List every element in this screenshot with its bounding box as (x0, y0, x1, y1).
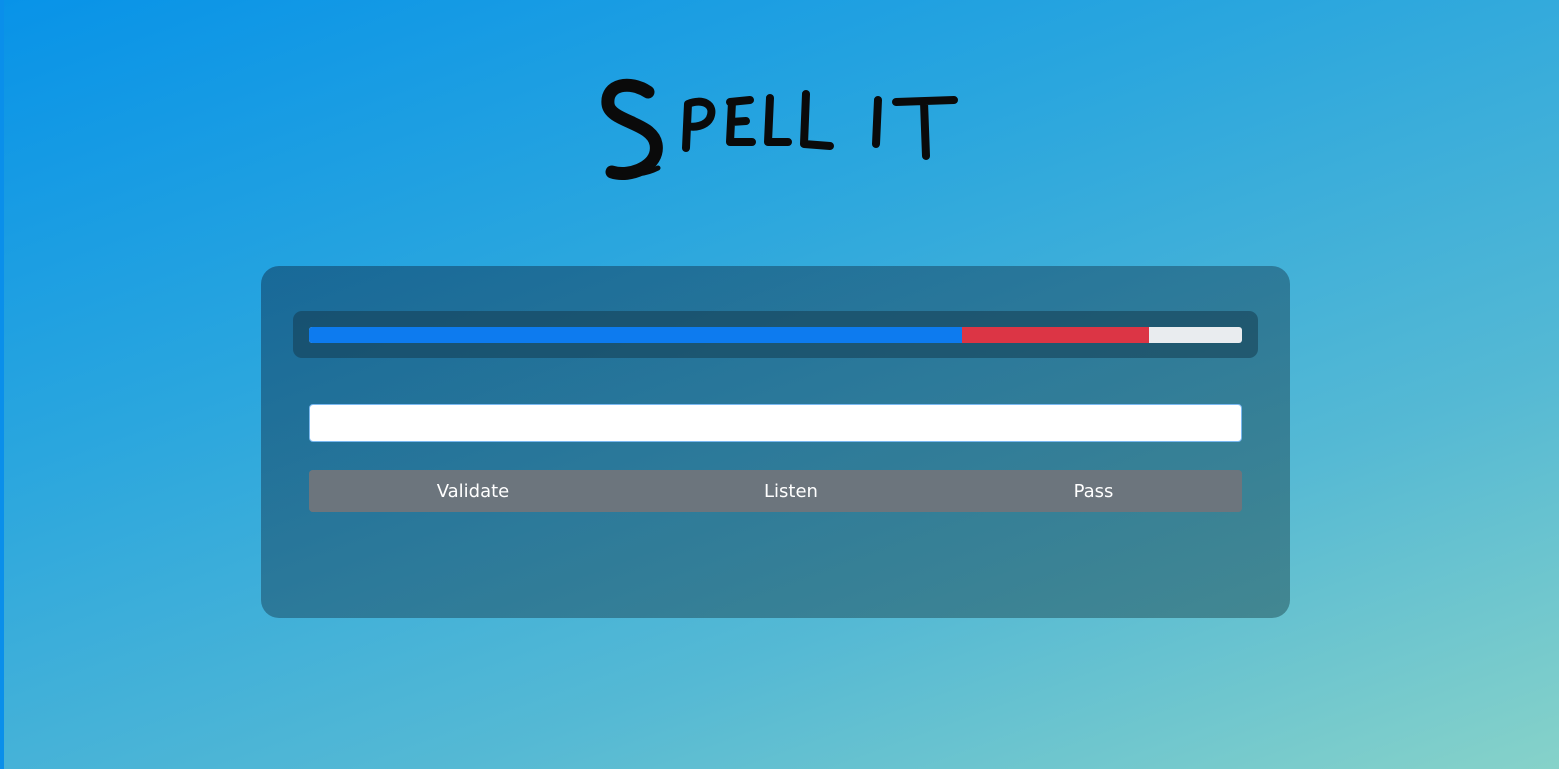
pass-button[interactable]: Pass (945, 470, 1242, 512)
listen-button[interactable]: Listen (637, 470, 945, 512)
action-button-group: Validate Listen Pass (309, 470, 1242, 512)
score-progress-bar (309, 327, 1242, 343)
progress-wrong-segment (962, 327, 1149, 343)
answer-input[interactable] (309, 404, 1242, 442)
progress-correct-segment (309, 327, 963, 343)
window-edge (0, 0, 4, 769)
validate-button[interactable]: Validate (309, 470, 637, 512)
progress-panel (293, 311, 1258, 358)
spelling-card: Validate Listen Pass (261, 266, 1290, 618)
spell-it-logo (590, 70, 970, 195)
